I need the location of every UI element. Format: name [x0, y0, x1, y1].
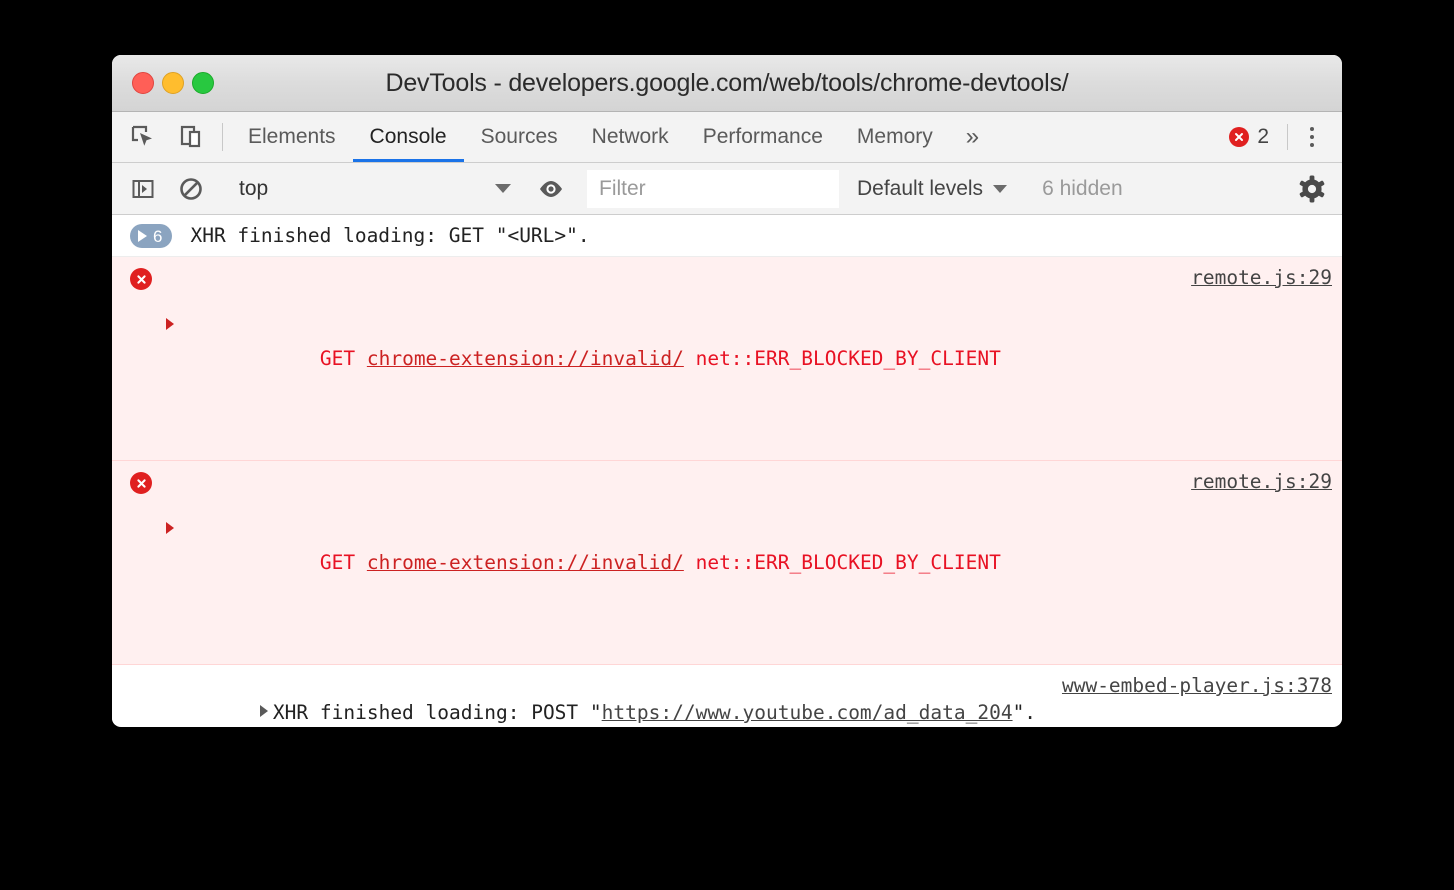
console-message-group[interactable]: 6 XHR finished loading: GET "<URL>". [112, 215, 1342, 257]
expand-arrow-icon[interactable] [259, 705, 268, 717]
chevron-down-icon [495, 184, 511, 193]
console-message-body: GET chrome-extension://invalid/ net::ERR… [166, 264, 1332, 453]
device-toolbar-icon[interactable] [174, 120, 208, 154]
console-message-error[interactable]: GET chrome-extension://invalid/ net::ERR… [112, 461, 1342, 665]
error-circle-icon [130, 268, 152, 290]
group-count-label: 6 [153, 226, 163, 246]
error-count-badge[interactable]: 2 [1215, 125, 1283, 149]
error-url-link[interactable]: chrome-extension://invalid/ [367, 347, 684, 370]
tabbar-right-controls: 2 [1215, 112, 1342, 162]
error-count-label: 2 [1257, 125, 1269, 148]
console-message-log[interactable]: XHR finished loading: POST "https://www.… [112, 665, 1342, 725]
traffic-lights [132, 72, 214, 94]
log-levels-selector[interactable]: Default levels [839, 177, 1025, 201]
execution-context-selector[interactable]: top [223, 163, 523, 214]
hidden-messages-label: 6 hidden [1042, 176, 1123, 200]
message-gutter [112, 264, 166, 290]
devtools-tabbar: Elements Console Sources Network Perform… [112, 112, 1342, 163]
panel-tabs: Elements Console Sources Network Perform… [231, 112, 1215, 162]
source-location-link[interactable]: remote.js:29 [1191, 264, 1332, 291]
tab-network[interactable]: Network [575, 112, 686, 162]
play-triangle-icon [138, 230, 147, 242]
expand-arrow-icon[interactable] [166, 318, 174, 330]
error-suffix: net::ERR_BLOCKED_BY_CLIENT [683, 347, 1001, 370]
console-message-body: GET chrome-extension://invalid/ net::ERR… [166, 468, 1332, 657]
log-suffix: ". [1012, 701, 1037, 724]
console-message-error[interactable]: GET chrome-extension://invalid/ net::ERR… [112, 257, 1342, 461]
minimize-window-button[interactable] [162, 72, 184, 94]
window-titlebar: DevTools - developers.google.com/web/too… [112, 55, 1342, 112]
tab-sources[interactable]: Sources [464, 112, 575, 162]
more-vertical-icon[interactable] [1292, 117, 1332, 157]
filter-input[interactable] [587, 169, 839, 208]
log-prefix: XHR finished loading: POST " [272, 701, 602, 724]
console-message-list[interactable]: 6 XHR finished loading: GET "<URL>". GET… [112, 215, 1342, 725]
execution-context-value: top [239, 176, 269, 200]
devtools-window: DevTools - developers.google.com/web/too… [112, 55, 1342, 727]
tab-console[interactable]: Console [352, 112, 464, 162]
console-message-text: XHR finished loading: GET "<URL>". [190, 224, 590, 247]
log-levels-label: Default levels [857, 176, 984, 200]
more-tabs-button[interactable]: » [950, 112, 995, 162]
tabbar-tool-icons [126, 112, 222, 162]
clear-console-icon[interactable] [174, 172, 208, 206]
expand-arrow-icon[interactable] [166, 522, 174, 534]
error-circle-icon [130, 472, 152, 494]
tab-performance[interactable]: Performance [686, 112, 840, 162]
tabbar-right-divider [1287, 124, 1288, 150]
gear-icon[interactable] [1290, 167, 1334, 211]
message-gutter [112, 672, 166, 673]
group-expand-badge[interactable]: 6 [130, 224, 173, 248]
inspect-element-icon[interactable] [126, 120, 160, 154]
tab-elements[interactable]: Elements [231, 112, 353, 162]
error-prefix: GET [319, 347, 367, 370]
console-toolbar: top Default levels 6 hidden [112, 163, 1342, 215]
error-url-link[interactable]: chrome-extension://invalid/ [367, 551, 684, 574]
error-circle-icon [1229, 127, 1250, 147]
live-expression-icon[interactable] [534, 172, 568, 206]
console-sidebar-icon[interactable] [126, 172, 160, 206]
chevron-down-icon [993, 184, 1008, 193]
tab-memory[interactable]: Memory [840, 112, 950, 162]
tabbar-divider [222, 123, 223, 151]
error-prefix: GET [319, 551, 367, 574]
window-title: DevTools - developers.google.com/web/too… [385, 68, 1069, 97]
source-location-link[interactable]: remote.js:29 [1191, 468, 1332, 495]
source-location-link[interactable]: www-embed-player.js:378 [1062, 672, 1332, 699]
log-url-link[interactable]: https://www.youtube.com/ad_data_204 [602, 701, 1013, 724]
error-suffix: net::ERR_BLOCKED_BY_CLIENT [683, 551, 1001, 574]
maximize-window-button[interactable] [192, 72, 214, 94]
message-gutter [112, 468, 166, 494]
close-window-button[interactable] [132, 72, 154, 94]
